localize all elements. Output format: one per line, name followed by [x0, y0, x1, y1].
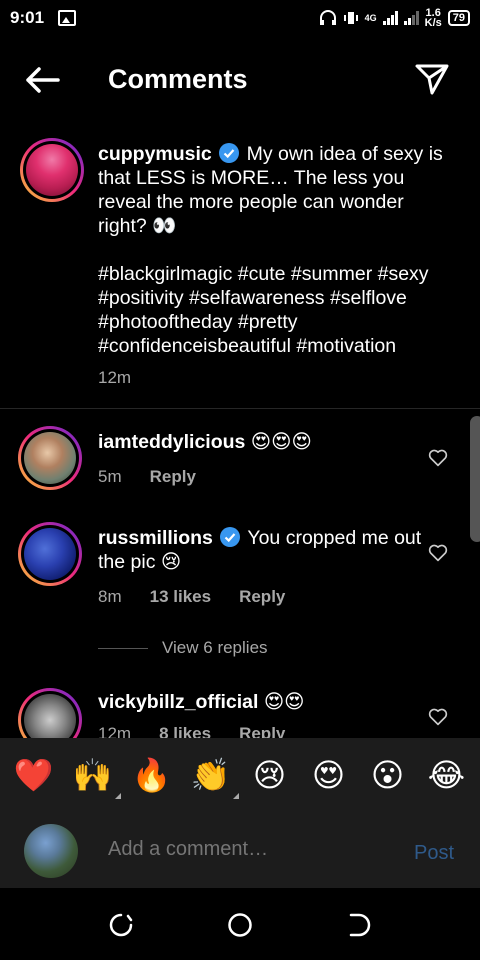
avatar[interactable]	[18, 522, 82, 586]
avatar[interactable]	[18, 426, 82, 490]
comments-header: Comments	[0, 52, 480, 108]
view-replies-label: View 6 replies	[162, 638, 268, 657]
comment-time: 12m	[98, 724, 132, 738]
caption-time: 12m	[98, 368, 132, 387]
comment-text: 😍😍😍	[250, 431, 312, 453]
gallery-icon	[58, 10, 77, 26]
replies-line	[98, 647, 148, 649]
page-title: Comments	[108, 64, 248, 94]
like-heart-icon[interactable]	[428, 449, 448, 467]
status-bar: 9:01 4G 1.6 K/s 79	[0, 0, 480, 36]
emoji-clapping[interactable]: 👏	[187, 755, 239, 799]
reply-button[interactable]: Reply	[239, 587, 285, 607]
comment-text: 😍😍	[263, 691, 305, 713]
home-icon[interactable]	[227, 912, 253, 938]
emoji-reaction-bar: ❤️ 🙌 🔥 👏 😢 😍 😮 😂	[0, 738, 480, 812]
verified-badge-icon	[219, 143, 240, 163]
emoji-heart[interactable]: ❤️	[10, 755, 58, 795]
emoji-crying[interactable]: 😢	[246, 755, 294, 795]
like-heart-icon[interactable]	[428, 708, 448, 726]
reply-button[interactable]: Reply	[150, 467, 196, 487]
reply-button[interactable]: Reply	[239, 724, 285, 738]
vibrate-icon	[343, 12, 358, 24]
caption-hashtags[interactable]: #blackgirlmagic #cute #summer #sexy #pos…	[98, 262, 443, 358]
system-nav-bar	[0, 888, 480, 960]
emoji-raised-hands[interactable]: 🙌	[69, 755, 121, 799]
avatar[interactable]	[20, 138, 84, 202]
net-speed: 1.6 K/s	[424, 8, 442, 29]
back-nav-icon[interactable]	[346, 912, 372, 938]
avatar[interactable]	[18, 688, 82, 738]
view-replies-button[interactable]: View 6 replies	[98, 638, 268, 658]
emoji-fire[interactable]: 🔥	[128, 755, 176, 795]
post-button[interactable]: Post	[414, 842, 454, 865]
comment-username[interactable]: vickybillz_official	[98, 691, 258, 713]
comment-time: 5m	[98, 467, 122, 486]
add-comment-bar: Post	[0, 812, 480, 888]
emoji-heart-eyes[interactable]: 😍	[305, 755, 353, 795]
likes-count[interactable]: 8 likes	[159, 724, 211, 738]
headphones-icon	[319, 10, 336, 25]
emoji-laughing[interactable]: 😂	[423, 755, 471, 795]
scrollbar[interactable]	[470, 416, 480, 542]
direct-send-icon[interactable]	[414, 62, 450, 96]
comment-username[interactable]: iamteddylicious	[98, 431, 245, 453]
signal-icon-2	[403, 11, 419, 25]
status-time: 9:01	[10, 8, 45, 27]
recent-apps-icon[interactable]	[108, 912, 134, 938]
emoji-surprised[interactable]: 😮	[364, 755, 412, 795]
divider	[0, 408, 480, 409]
comment-time: 8m	[98, 587, 122, 606]
signal-icon	[382, 11, 398, 25]
comment-item: vickybillz_official 😍😍 12m 8 likes Reply	[0, 686, 480, 738]
likes-count[interactable]: 13 likes	[150, 587, 211, 607]
verified-badge-icon	[220, 527, 241, 547]
like-heart-icon[interactable]	[428, 544, 448, 562]
comment-input[interactable]	[108, 838, 388, 861]
battery-indicator: 79	[447, 10, 470, 26]
my-avatar	[24, 824, 78, 878]
network-type: 4G	[364, 13, 377, 23]
net-speed-unit: K/s	[424, 17, 442, 29]
back-arrow-icon[interactable]	[24, 66, 60, 94]
comment-username[interactable]: russmillions	[98, 527, 213, 549]
caption-username[interactable]: cuppymusic	[98, 143, 212, 165]
